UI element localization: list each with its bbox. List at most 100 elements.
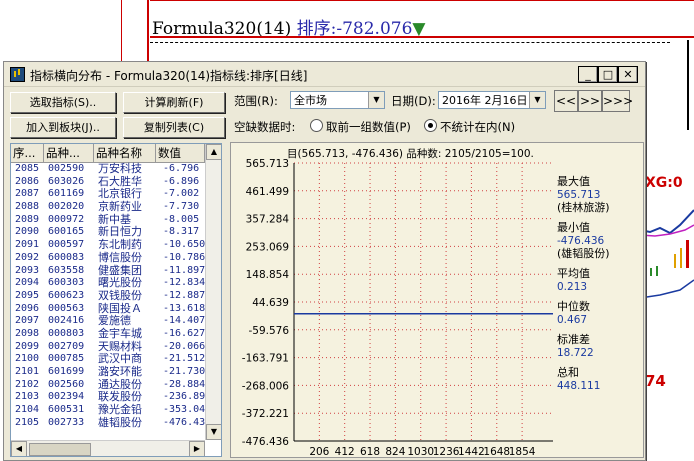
scroll-thumb[interactable]: [29, 443, 91, 456]
range-value: 全市场: [294, 94, 327, 107]
table-row[interactable]: 2085 002590 万安科技 -6.796: [11, 162, 205, 176]
next-date-button[interactable]: >>: [578, 90, 602, 112]
value-cell: -12.887: [163, 289, 206, 301]
rank-cell: 2096: [15, 302, 40, 314]
name-cell: 雄韬股份: [98, 415, 142, 429]
add-to-block-button[interactable]: 加入到板块(J)..: [10, 117, 116, 138]
horizontal-scrollbar[interactable]: ◀ ▶: [11, 440, 205, 456]
code-cell: 002590: [48, 163, 85, 174]
date-label: 日期(D):: [391, 94, 436, 108]
code-cell: 002416: [48, 315, 85, 327]
y-tick-label: 148.854: [246, 269, 290, 281]
table-row[interactable]: 2091 000597 东北制药 -10.650: [11, 238, 205, 252]
rank-cell: 2092: [15, 251, 40, 263]
close-button[interactable]: ✕: [618, 66, 638, 83]
value-cell: -476.436: [163, 416, 212, 428]
ranking-table: 序... 品种... 品种名称 数值 2085 002590 万安科技 -6.796 2…: [10, 143, 222, 457]
table-row[interactable]: 2088 002020 京新药业 -7.730: [11, 200, 205, 214]
max-name: (桂林旅游): [557, 200, 610, 214]
value-cell: -6.796: [163, 163, 200, 174]
column-header-name[interactable]: 品种名称: [94, 144, 156, 162]
rank-cell: 2086: [15, 175, 40, 187]
name-cell: 万安科技: [98, 162, 142, 175]
rank-cell: 2099: [15, 340, 40, 352]
rank-cell: 2093: [15, 264, 40, 276]
sum-value: 448.111: [557, 380, 600, 392]
std-value: 18.722: [557, 347, 594, 359]
radio-prev-value[interactable]: [310, 119, 323, 132]
x-tick-label: 412: [335, 446, 355, 457]
table-row[interactable]: 2095 600623 双钱股份 -12.887: [11, 288, 206, 303]
name-cell: 曙光股份: [98, 276, 142, 290]
rank-cell: 2105: [15, 416, 40, 428]
chevron-down-icon: ▼: [529, 92, 545, 108]
code-cell: 002709: [48, 340, 85, 352]
scroll-down-icon[interactable]: ▼: [206, 424, 221, 440]
indicator-value-label: 74: [645, 372, 666, 390]
date-picker[interactable]: 2016年 2月16日 ▼: [438, 91, 546, 109]
rank-cell: 2090: [15, 226, 40, 238]
copy-list-button[interactable]: 复制列表(C): [123, 117, 225, 138]
y-tick-label: 565.713: [246, 158, 289, 170]
rank-cell: 2097: [15, 315, 40, 327]
rank-cell: 2104: [15, 404, 40, 416]
rank-cell: 2095: [15, 289, 40, 301]
last-date-button[interactable]: >>>: [602, 90, 633, 112]
y-tick-labels: 565.713 461.499 357.284 253.069 148.854 44.63…: [242, 158, 290, 448]
table-row[interactable]: 2092 600083 博信股份 -10.786: [11, 251, 206, 265]
minimize-button[interactable]: _: [578, 66, 598, 83]
column-header-value[interactable]: 数值: [156, 144, 205, 162]
table-row[interactable]: 2101 601699 潞安环能 -21.730: [11, 365, 206, 379]
code-cell: 000597: [48, 239, 85, 251]
x-tick-label: 618: [360, 446, 380, 457]
code-cell: 000803: [48, 327, 85, 339]
rank-cell: 2100: [15, 353, 40, 365]
maximize-button[interactable]: □: [598, 66, 618, 83]
table-row[interactable]: 2104 600531 豫光金铅 -353.043: [11, 403, 211, 417]
prev-date-button[interactable]: <<: [554, 90, 578, 112]
table-row[interactable]: 2105 002733 雄韬股份 -476.436: [11, 415, 211, 430]
value-cell: -21.730: [163, 366, 206, 377]
radio-skip-label: 不统计在内(N): [440, 120, 516, 134]
scroll-right-icon[interactable]: ▶: [189, 441, 205, 456]
value-cell: -10.786: [163, 251, 206, 263]
value-cell: -8.317: [163, 226, 200, 238]
code-cell: 600303: [48, 277, 85, 289]
dialog-titlebar[interactable]: 指标横向分布 - Formula320(14)指标线:排序[日线] _ □ ✕: [4, 62, 645, 87]
table-row[interactable]: 2098 000803 金宇车城 -16.627: [11, 326, 205, 341]
value-cell: -14.407: [163, 315, 206, 327]
range-select[interactable]: 全市场 ▼: [290, 91, 385, 109]
radio-skip[interactable]: [424, 119, 437, 132]
code-cell: 000972: [48, 213, 85, 225]
code-cell: 002560: [48, 378, 85, 390]
x-tick-label: 1648: [483, 446, 510, 457]
calc-refresh-button[interactable]: 计算刷新(F): [123, 92, 225, 113]
y-tick-label: -163.791: [242, 353, 289, 365]
scroll-up-icon[interactable]: ▲: [206, 144, 221, 160]
vertical-scrollbar[interactable]: ▲ ▼: [205, 144, 221, 440]
sum-label: 总和: [557, 365, 579, 379]
name-cell: 潞安环能: [98, 365, 142, 378]
code-cell: 600623: [48, 289, 85, 301]
column-header-code[interactable]: 品种...: [44, 144, 94, 162]
x-tick-labels: 206 412 618 824 10301236144216481854: [309, 446, 535, 457]
scroll-left-icon[interactable]: ◀: [11, 441, 27, 456]
max-label: 最大值: [557, 174, 590, 188]
name-cell: 双钱股份: [98, 288, 142, 302]
name-cell: 金宇车城: [98, 326, 142, 340]
x-tick-label: 206: [309, 446, 329, 457]
column-header-rank[interactable]: 序...: [11, 144, 44, 162]
code-cell: 600165: [48, 226, 85, 238]
name-cell: 京新药业: [98, 200, 142, 214]
select-indicator-button[interactable]: 选取指标(S)..: [10, 92, 116, 113]
radio-prev-label: 取前一组数值(P): [326, 120, 411, 134]
y-tick-label: -372.221: [242, 408, 289, 420]
median-label: 中位数: [557, 299, 590, 313]
code-cell: 002394: [48, 391, 85, 403]
y-tick-label: 357.284: [246, 214, 290, 226]
x-tick-label: 1854: [509, 446, 536, 457]
code-cell: 601699: [48, 366, 85, 377]
table-row[interactable]: 2094 600303 曙光股份 -12.834: [11, 276, 205, 290]
code-cell: 002733: [48, 416, 85, 428]
name-cell: 豫光金铅: [98, 403, 142, 417]
